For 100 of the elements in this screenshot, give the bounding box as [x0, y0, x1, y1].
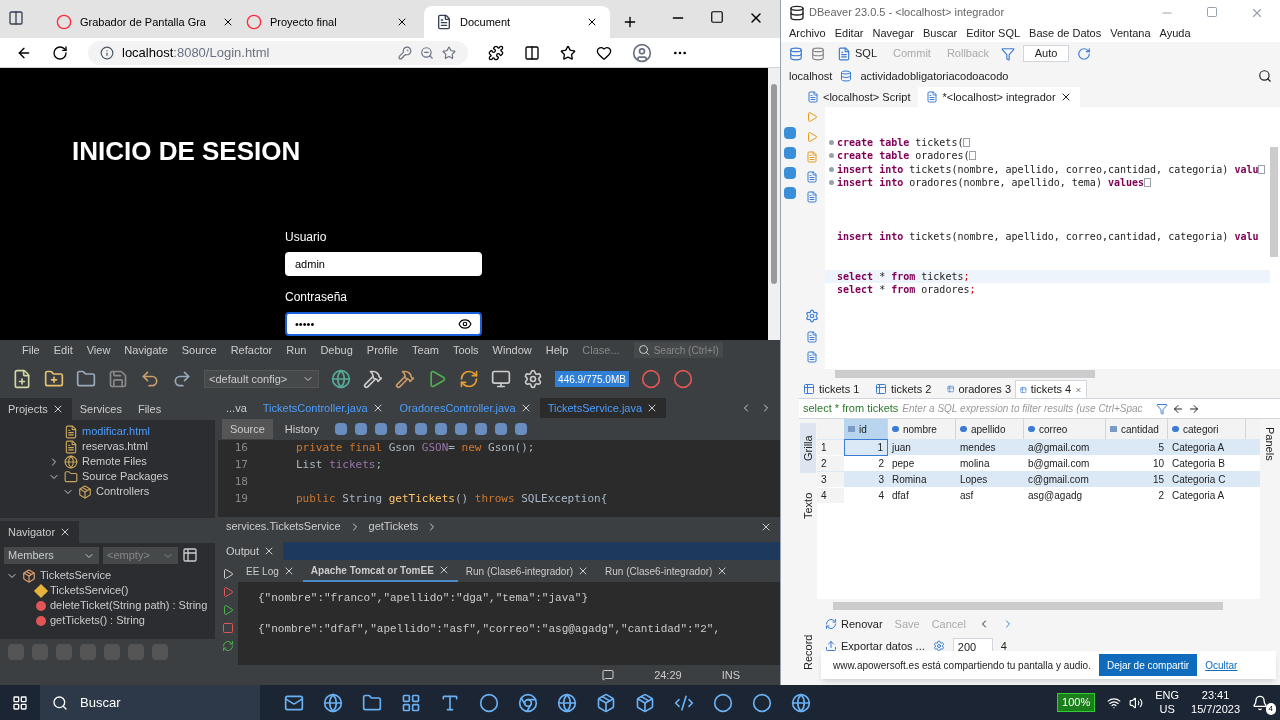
filter-toggle-icon[interactable]: [80, 644, 96, 660]
panel-tab[interactable]: Output: [218, 542, 284, 560]
table-row[interactable]: 1 1 juan mendes a@gmail.com 5 Categoria A: [817, 439, 1260, 455]
menu-item[interactable]: View: [86, 341, 111, 359]
result-tab[interactable]: tickets 4: [1015, 380, 1087, 398]
menu-item[interactable]: Navegar: [872, 25, 914, 42]
tab-actions-icon[interactable]: [8, 10, 24, 26]
database-selector[interactable]: actividadobligatoriacodoacodo: [860, 67, 1009, 85]
menu-item[interactable]: File: [22, 341, 40, 359]
open-project-icon[interactable]: [76, 369, 96, 389]
sidebar-tool-icon[interactable]: [784, 187, 796, 199]
filter-toggle-icon[interactable]: [56, 644, 72, 660]
stop-icon[interactable]: [222, 622, 234, 634]
clock[interactable]: 23:41 15/7/2023: [1191, 688, 1240, 717]
result-tab[interactable]: tickets 1: [799, 380, 871, 398]
battery-indicator[interactable]: 100%: [1057, 693, 1096, 712]
hide-link[interactable]: Ocultar: [1205, 657, 1238, 673]
member-item[interactable]: TicketsService: [40, 567, 112, 584]
taskbar-app-icon[interactable]: [518, 692, 538, 713]
breadcrumb-item[interactable]: getTickets: [368, 518, 419, 535]
taskbar-app-icon[interactable]: [791, 692, 811, 713]
view-tab[interactable]: Grilla: [800, 423, 816, 473]
run-icon[interactable]: [222, 586, 234, 598]
reload-icon[interactable]: [52, 44, 68, 61]
export-button[interactable]: Exportar datos ...: [825, 637, 925, 655]
editor-tool-icon[interactable]: [435, 423, 448, 435]
view-tab[interactable]: Texto: [800, 481, 816, 531]
input-field[interactable]: •••••: [285, 312, 482, 336]
fold-marker-icon[interactable]: [828, 153, 834, 159]
browser-tab[interactable]: Document: [424, 6, 610, 38]
connection-selector[interactable]: localhost: [789, 67, 833, 85]
globe-icon[interactable]: [331, 369, 351, 389]
search-field[interactable]: Buscar: [40, 685, 260, 720]
menu-item[interactable]: Buscar: [923, 25, 958, 42]
menu-item[interactable]: Edit: [53, 341, 73, 359]
notifications-icon[interactable]: [602, 669, 615, 681]
console-icon[interactable]: [806, 191, 818, 203]
menu-item[interactable]: Profile: [366, 341, 398, 359]
editor-tool-icon[interactable]: [375, 423, 388, 435]
editor-tab[interactable]: *<localhost> integrador: [918, 87, 1080, 107]
editor-tab[interactable]: <localhost> Script: [799, 87, 919, 107]
editor-tool-icon[interactable]: [515, 423, 528, 435]
editor-tab[interactable]: TicketsService.java: [539, 398, 667, 418]
editor-tool-icon[interactable]: [495, 423, 508, 435]
volume-icon[interactable]: [1129, 695, 1144, 710]
member-item[interactable]: deleteTicket(String path) : String: [50, 597, 208, 614]
browser-tab[interactable]: Grabador de Pantalla Gra: [44, 6, 230, 38]
tree-item[interactable]: Controllers: [96, 483, 150, 500]
explain-icon[interactable]: [806, 151, 818, 163]
view-tab[interactable]: Record: [800, 627, 816, 677]
editor-tool-icon[interactable]: [415, 423, 428, 435]
config-dropdown[interactable]: <default config>: [204, 370, 319, 388]
tree-item[interactable]: Source Packages: [82, 468, 169, 485]
scrollbar[interactable]: [768, 68, 780, 340]
zoom-out-icon[interactable]: [420, 45, 434, 60]
sql-button[interactable]: SQL: [833, 45, 881, 62]
notifications-icon[interactable]: [1252, 694, 1268, 711]
browser-tab[interactable]: Proyecto final: [234, 6, 420, 38]
menu-item[interactable]: Tools: [452, 341, 479, 359]
tree-item[interactable]: reservas.html: [82, 438, 149, 455]
panel-tab[interactable]: Services: [71, 398, 130, 420]
editor-tool-icon[interactable]: [475, 423, 488, 435]
taskbar-app-icon[interactable]: [362, 692, 382, 713]
result-tab[interactable]: tickets 2: [871, 380, 943, 398]
sidebar-tool-icon[interactable]: [784, 147, 796, 159]
sidebar-tool-icon[interactable]: [784, 167, 796, 179]
taskbar-app-icon[interactable]: [713, 692, 733, 713]
redo-icon[interactable]: [172, 369, 192, 389]
taskbar-app-icon[interactable]: [635, 692, 655, 713]
panels-tab[interactable]: Panels: [1261, 427, 1279, 461]
filter-toggle-icon[interactable]: [152, 644, 168, 660]
input-field[interactable]: admin: [285, 252, 482, 276]
execute-icon[interactable]: [806, 111, 818, 123]
menu-item[interactable]: Refactor: [230, 341, 273, 359]
fold-marker-icon[interactable]: [828, 166, 834, 172]
settings-icon[interactable]: [805, 309, 819, 323]
editor-tool-icon[interactable]: [395, 423, 408, 435]
undo-icon[interactable]: [140, 369, 160, 389]
filter-toggle-icon[interactable]: [128, 644, 144, 660]
editor-tool-icon[interactable]: [335, 423, 348, 435]
log-tab[interactable]: Run (Clase6-integrador): [597, 560, 737, 582]
scrollbar[interactable]: [835, 370, 1095, 378]
new-project-icon[interactable]: [44, 369, 64, 389]
menu-item[interactable]: Editor SQL: [966, 25, 1021, 42]
editor-tab[interactable]: ...va: [218, 398, 255, 418]
settings-icon[interactable]: [932, 640, 945, 652]
column-header[interactable]: id: [844, 419, 888, 439]
member-item[interactable]: TicketsService(): [50, 582, 129, 599]
extensions-icon[interactable]: [488, 44, 504, 61]
menu-item[interactable]: Editar: [834, 25, 864, 42]
health-icon[interactable]: [596, 44, 612, 61]
filter-toggle-icon[interactable]: [104, 644, 120, 660]
language-indicator[interactable]: ENG US: [1155, 688, 1180, 717]
log-tab[interactable]: EE Log: [238, 560, 303, 582]
rerun-icon[interactable]: [222, 568, 234, 580]
collapsed-block-icon[interactable]: [1144, 178, 1152, 188]
menu-item[interactable]: Archivo: [789, 25, 826, 42]
menu-item[interactable]: Window: [492, 341, 532, 359]
menu-item[interactable]: Source: [181, 341, 217, 359]
log-tab[interactable]: Run (Clase6-integrador): [457, 560, 598, 582]
